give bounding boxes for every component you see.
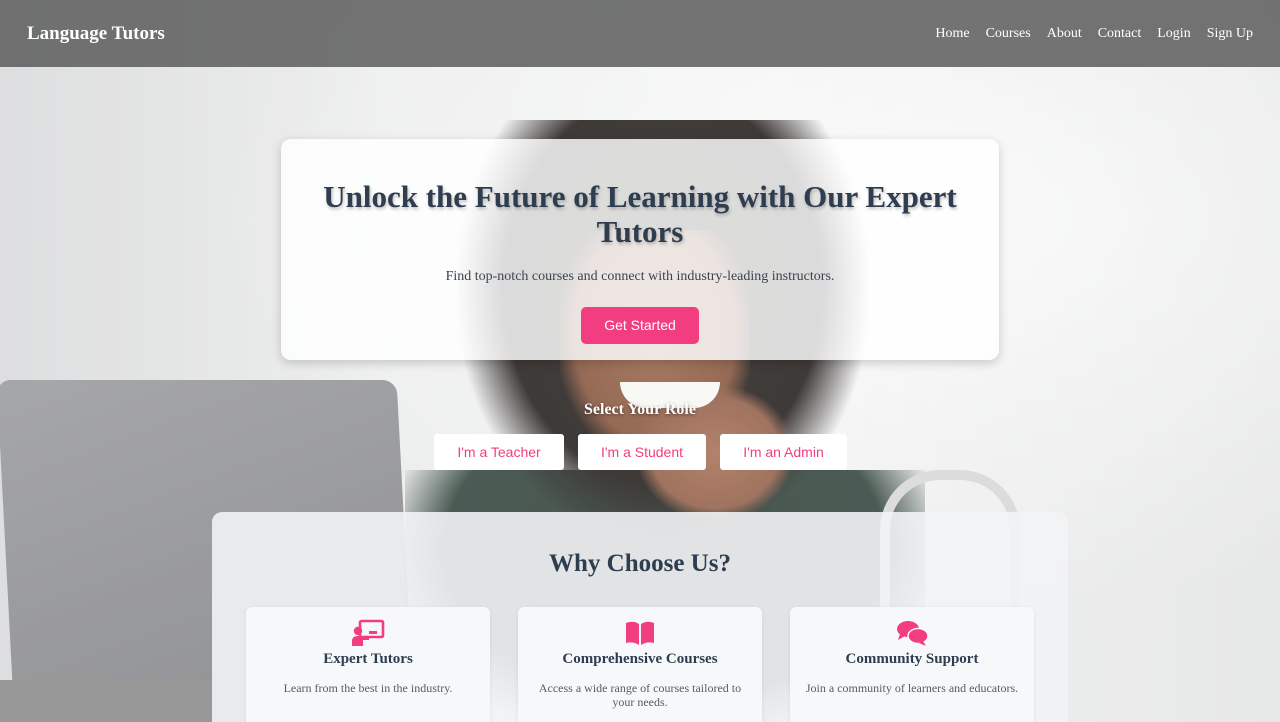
select-role-heading: Select Your Role [584,401,696,418]
nav-links: Home Courses About Contact Login Sign Up [935,26,1253,42]
admin-role-button[interactable]: I'm an Admin [720,434,847,470]
why-choose-us-section: Why Choose Us? Expert Tutors Learn from … [212,512,1068,722]
role-buttons: I'm a Teacher I'm a Student I'm an Admin [434,434,847,470]
navbar: Language Tutors Home Courses About Conta… [0,0,1280,67]
nav-link-about[interactable]: About [1047,26,1082,42]
book-open-icon [626,621,654,645]
brand-logo[interactable]: Language Tutors [27,23,165,45]
feature-card-community-support: Community Support Join a community of le… [790,607,1034,722]
nav-link-home[interactable]: Home [935,26,969,42]
hero-title: Unlock the Future of Learning with Our E… [323,179,957,249]
feature-description: Access a wide range of courses tailored … [538,681,742,709]
chalkboard-teacher-icon [352,619,385,646]
hero-card: Unlock the Future of Learning with Our E… [281,139,999,360]
get-started-button[interactable]: Get Started [581,307,699,344]
hero-subtitle: Find top-notch courses and connect with … [445,269,835,284]
why-choose-us-title: Why Choose Us? [549,550,731,577]
nav-link-login[interactable]: Login [1157,26,1190,42]
feature-card-expert-tutors: Expert Tutors Learn from the best in the… [246,607,490,722]
feature-description: Learn from the best in the industry. [283,681,453,695]
feature-title: Community Support [845,651,979,667]
feature-card-comprehensive-courses: Comprehensive Courses Access a wide rang… [518,607,762,722]
feature-description: Join a community of learners and educato… [805,681,1019,695]
nav-link-signup[interactable]: Sign Up [1207,26,1253,42]
nav-link-courses[interactable]: Courses [986,26,1031,42]
nav-link-contact[interactable]: Contact [1098,26,1142,42]
feature-title: Comprehensive Courses [562,651,718,667]
teacher-role-button[interactable]: I'm a Teacher [434,434,564,470]
comments-icon [897,621,929,646]
feature-title: Expert Tutors [323,651,413,667]
student-role-button[interactable]: I'm a Student [578,434,706,470]
